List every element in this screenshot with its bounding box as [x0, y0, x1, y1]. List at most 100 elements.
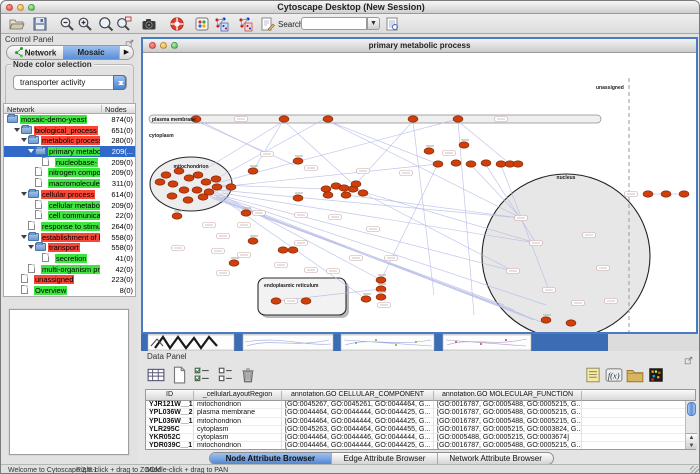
network-overlay-blue-icon[interactable]: [213, 16, 229, 32]
network-node[interactable]: [496, 161, 506, 167]
tree-item[interactable]: transport558(0): [4, 242, 135, 253]
background-window-frame[interactable]: [531, 334, 608, 351]
network-node[interactable]: [453, 116, 463, 122]
zoom-in-icon[interactable]: [77, 16, 93, 32]
tree-item[interactable]: multi-organism pro42(0): [4, 264, 135, 275]
background-window[interactable]: [243, 335, 333, 350]
matrix-icon[interactable]: [647, 366, 665, 384]
network-node[interactable]: [192, 187, 202, 193]
tree-item[interactable]: unassigned223(0): [4, 274, 135, 285]
search-dropdown-button[interactable]: ▼: [367, 17, 380, 30]
network-canvas[interactable]: plasma membranecytoplasmmitochondrionnuc…: [143, 53, 696, 332]
table-scrollbar[interactable]: ▲▼: [685, 401, 696, 449]
network-node[interactable]: [301, 298, 311, 304]
node-color-dropdown[interactable]: transporter activity: [13, 75, 127, 90]
network-node[interactable]: [361, 296, 371, 302]
tree-item[interactable]: nitrogen compo209(0): [4, 167, 135, 178]
table-row[interactable]: YDR039C__1mitochondrion[GO:0044464, GO:0…: [146, 442, 695, 450]
network-node[interactable]: [172, 213, 182, 219]
network-node[interactable]: [211, 176, 221, 182]
network-view-titlebar[interactable]: primary metabolic process: [143, 39, 696, 53]
network-node[interactable]: [212, 184, 222, 190]
network-node[interactable]: [183, 197, 193, 203]
tree-item[interactable]: cellular process614(0): [4, 189, 135, 200]
network-node[interactable]: [341, 192, 351, 198]
network-node[interactable]: [248, 238, 258, 244]
network-node[interactable]: [229, 260, 239, 266]
select-attributes-icon[interactable]: [193, 366, 211, 384]
expand-triangle-icon[interactable]: [28, 149, 34, 153]
network-node[interactable]: [481, 160, 491, 166]
network-node[interactable]: [241, 210, 251, 216]
table-row[interactable]: YKR052Ccytoplasm[GO:0044464, GO:0044446,…: [146, 434, 695, 442]
network-node[interactable]: [466, 161, 476, 167]
network-node[interactable]: [278, 247, 288, 253]
tree-item[interactable]: Overview8(0): [4, 285, 135, 296]
delete-attribute-icon[interactable]: [239, 366, 257, 384]
network-node[interactable]: [293, 158, 303, 164]
resize-grip[interactable]: [690, 466, 700, 474]
expand-triangle-icon[interactable]: [21, 235, 27, 239]
tab-network[interactable]: Network: [7, 46, 63, 59]
network-node[interactable]: [376, 277, 386, 283]
snapshot-camera-icon[interactable]: [141, 16, 157, 32]
network-node[interactable]: [339, 185, 349, 191]
expand-triangle-icon[interactable]: [21, 192, 27, 196]
zoom-out-icon[interactable]: [59, 16, 75, 32]
network-node[interactable]: [179, 187, 189, 193]
network-node[interactable]: [167, 193, 177, 199]
network-node[interactable]: [408, 116, 418, 122]
expand-triangle-icon[interactable]: [21, 138, 27, 142]
table-row[interactable]: YJR121W__1mitochondrion[GO:0045267, GO:0…: [146, 401, 695, 409]
network-node[interactable]: [184, 175, 194, 181]
network-node[interactable]: [358, 190, 368, 196]
network-node[interactable]: [293, 195, 303, 201]
network-node[interactable]: [288, 247, 298, 253]
attr-tab-node[interactable]: Node Attribute Browser: [210, 453, 332, 464]
search-options-icon[interactable]: [384, 16, 400, 32]
tree-item[interactable]: secretion41(0): [4, 253, 135, 264]
network-node[interactable]: [451, 160, 461, 166]
attr-tab-edge[interactable]: Edge Attribute Browser: [332, 453, 439, 464]
tree-item[interactable]: macromolecule311(0): [4, 178, 135, 189]
network-node[interactable]: [433, 161, 443, 167]
network-node[interactable]: [376, 286, 386, 292]
tree-header[interactable]: Network Nodes: [3, 103, 136, 114]
network-node[interactable]: [679, 191, 689, 197]
tree-item[interactable]: response to stimulu264(0): [4, 221, 135, 232]
function-builder-icon[interactable]: f(x): [605, 366, 623, 384]
network-node[interactable]: [226, 184, 236, 190]
background-windows[interactable]: [141, 334, 700, 351]
network-node[interactable]: [198, 194, 208, 200]
network-node[interactable]: [323, 116, 333, 122]
notes-icon[interactable]: [584, 366, 602, 384]
birds-eye-view[interactable]: [9, 309, 129, 455]
network-node[interactable]: [541, 317, 551, 323]
network-node[interactable]: [279, 116, 289, 122]
network-node[interactable]: [155, 179, 165, 185]
tree-item[interactable]: mosaic-demo-yeast874(0): [4, 114, 135, 125]
column-header[interactable]: annotation.GO CELLULAR_COMPONENT: [282, 391, 434, 401]
tree-item[interactable]: primary metabo209(...: [4, 146, 135, 157]
network-node[interactable]: [513, 161, 523, 167]
expand-triangle-icon[interactable]: [28, 245, 34, 249]
tree-item[interactable]: nucleobase-209(0): [4, 157, 135, 168]
network-node[interactable]: [459, 142, 469, 148]
search-input[interactable]: [301, 17, 367, 30]
annotation-icon[interactable]: [259, 16, 275, 32]
column-header[interactable]: annotation.GO MOLECULAR_FUNCTION: [434, 391, 582, 401]
network-node[interactable]: [271, 298, 281, 304]
zoom-selected-icon[interactable]: [116, 16, 132, 32]
network-node[interactable]: [168, 181, 178, 187]
network-view-window[interactable]: primary metabolic process plasma membran…: [141, 37, 698, 334]
zoom-fit-icon[interactable]: [98, 16, 114, 32]
import-attributes-icon[interactable]: [626, 366, 644, 384]
background-window-frame[interactable]: [434, 334, 443, 351]
unselect-attributes-icon[interactable]: [216, 366, 234, 384]
network-overlay-red-icon[interactable]: [237, 16, 253, 32]
background-window-frame[interactable]: [141, 334, 148, 351]
background-window-frame[interactable]: [333, 334, 341, 351]
save-icon[interactable]: [32, 16, 48, 32]
tab-mosaic[interactable]: Mosaic: [63, 46, 119, 59]
network-node[interactable]: [161, 172, 171, 178]
